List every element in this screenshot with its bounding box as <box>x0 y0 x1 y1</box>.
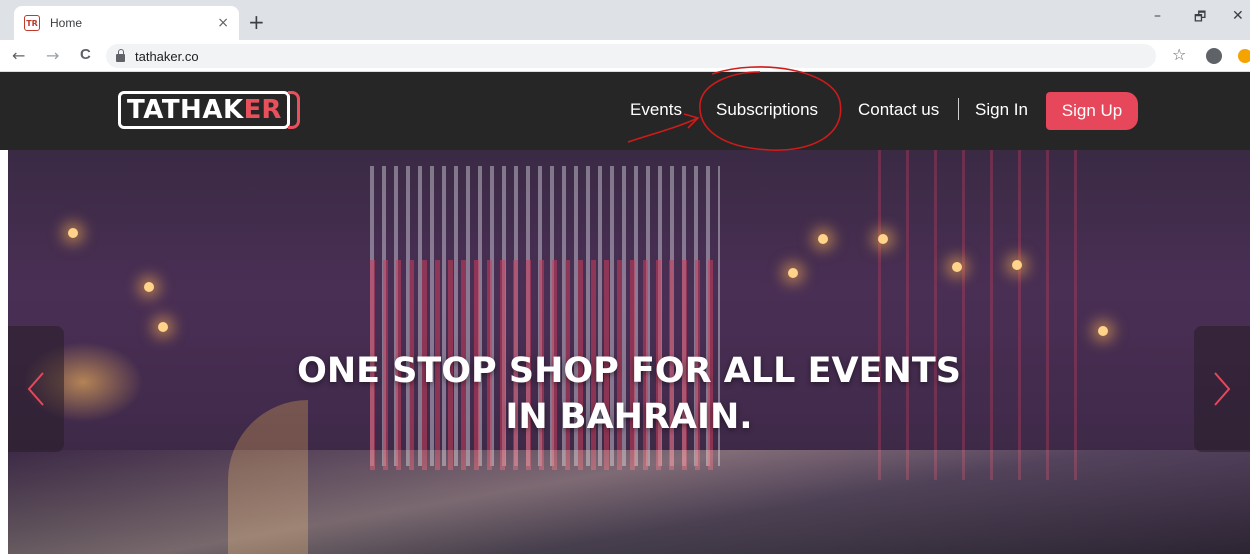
site-header: TATHAK ER Events Subscriptions Contact u… <box>0 72 1250 150</box>
street-light <box>818 234 828 244</box>
hero-headline: ONE STOP SHOP FOR ALL EVENTS IN BAHRAIN. <box>8 348 1250 440</box>
tab-close-icon[interactable]: × <box>217 15 229 31</box>
street-light <box>1098 326 1108 336</box>
street-light <box>158 322 168 332</box>
chevron-right-icon <box>1214 372 1231 406</box>
logo-text-main: TATHAK <box>127 95 244 125</box>
nav-link-contact[interactable]: Contact us <box>858 100 939 120</box>
carousel-next-button[interactable] <box>1194 326 1250 452</box>
hero-headline-line1: ONE STOP SHOP FOR ALL EVENTS <box>297 351 961 391</box>
tab-strip: TR Home × + – 🗗 ✕ <box>0 0 1250 40</box>
lock-icon <box>116 48 125 62</box>
reload-icon[interactable]: C <box>80 46 91 63</box>
street-light <box>68 228 78 238</box>
logo-text-accent: ER <box>243 95 282 125</box>
logo-wordmark: TATHAK ER <box>118 91 291 129</box>
restore-icon[interactable]: 🗗 <box>1194 8 1206 30</box>
forward-icon[interactable]: → <box>46 46 59 65</box>
account-icon[interactable] <box>1206 48 1222 64</box>
nav-link-signin[interactable]: Sign In <box>975 100 1028 120</box>
browser-tab[interactable]: TR Home × <box>14 6 239 40</box>
hero-headline-line2: IN BAHRAIN. <box>505 397 753 437</box>
street-light <box>952 262 962 272</box>
star-icon[interactable]: ☆ <box>1172 45 1186 64</box>
street-light <box>1012 260 1022 270</box>
street-light <box>878 234 888 244</box>
back-icon[interactable]: ← <box>12 46 25 65</box>
street-light <box>788 268 798 278</box>
browser-toolbar: ← → C tathaker.co ☆ <box>0 40 1250 72</box>
logo-ticket-notch-icon <box>288 91 301 129</box>
hero-carousel: ONE STOP SHOP FOR ALL EVENTS IN BAHRAIN. <box>8 150 1250 554</box>
url-text: tathaker.co <box>135 48 199 64</box>
hero-background-road <box>8 450 1250 554</box>
carousel-prev-button[interactable] <box>8 326 64 452</box>
nav-link-events[interactable]: Events <box>630 100 682 120</box>
extension-icon[interactable] <box>1238 49 1250 63</box>
signup-button[interactable]: Sign Up <box>1046 92 1138 130</box>
address-bar[interactable]: tathaker.co <box>106 44 1156 68</box>
new-tab-icon[interactable]: + <box>248 10 265 34</box>
tathaker-logo[interactable]: TATHAK ER <box>118 90 301 130</box>
street-light <box>144 282 154 292</box>
close-window-icon[interactable]: ✕ <box>1232 8 1244 24</box>
site-favicon-icon: TR <box>24 15 40 31</box>
chevron-left-icon <box>27 372 44 406</box>
nav-divider <box>958 98 959 120</box>
tab-title: Home <box>50 16 83 30</box>
minimize-icon[interactable]: – <box>1154 8 1161 24</box>
nav-link-subscriptions[interactable]: Subscriptions <box>716 100 818 120</box>
